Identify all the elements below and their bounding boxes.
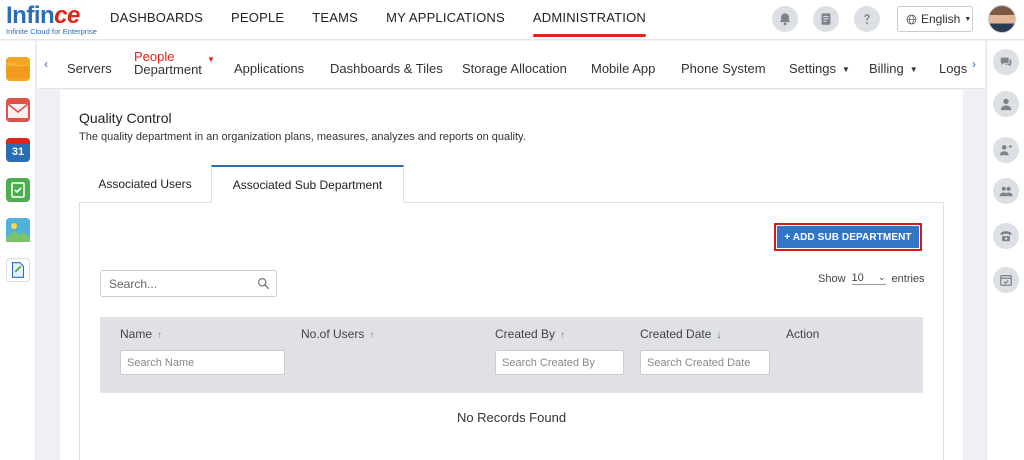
- help-icon[interactable]: [854, 6, 880, 32]
- docs-icon[interactable]: [6, 258, 30, 282]
- top-header: Infince Infinite Cloud for Enterprise DA…: [0, 0, 1024, 40]
- col-users-label: No.of Users: [301, 327, 365, 341]
- photos-icon[interactable]: [6, 218, 30, 242]
- tasks-icon[interactable]: [6, 178, 30, 202]
- subnav-phone-system[interactable]: Phone System: [681, 61, 766, 76]
- page-title: Quality Control: [79, 110, 172, 126]
- language-select[interactable]: English ▼: [897, 6, 973, 32]
- notes-icon[interactable]: [813, 6, 839, 32]
- search-box: [100, 270, 277, 297]
- col-created-date[interactable]: Created Date ↓: [640, 327, 721, 341]
- globe-icon: [906, 14, 917, 24]
- subnav-settings-label: Settings: [789, 61, 836, 76]
- filter-created-date-input[interactable]: [641, 351, 769, 374]
- col-name-label: Name: [120, 327, 153, 341]
- brand-logo[interactable]: Infince Infinite Cloud for Enterprise: [6, 4, 102, 36]
- nav-dashboards[interactable]: DASHBOARDS: [110, 0, 203, 40]
- filter-name-box: [120, 350, 285, 375]
- add-sub-department-label: + ADD SUB DEPARTMENT: [777, 226, 919, 248]
- entries-label: entries: [891, 272, 925, 285]
- language-label: English: [921, 12, 961, 26]
- filter-created-by-input[interactable]: [496, 351, 623, 374]
- subnav-billing[interactable]: Billing ▼: [869, 61, 918, 76]
- subnav-storage-allocation[interactable]: Storage Allocation: [462, 61, 567, 76]
- subnav-applications[interactable]: Applications: [234, 61, 304, 76]
- sort-down-icon: ↓: [716, 330, 722, 341]
- nav-teams[interactable]: TEAMS: [312, 0, 358, 40]
- subnav-logs[interactable]: Logs: [939, 61, 967, 76]
- page-description: The quality department in an organizatio…: [79, 131, 526, 143]
- subnav-active-line2: Department: [134, 62, 202, 77]
- subnav-mobile-app[interactable]: Mobile App: [591, 61, 655, 76]
- phone-icon[interactable]: [993, 223, 1019, 249]
- user-icon[interactable]: [993, 91, 1019, 117]
- department-card: Quality Control The quality department i…: [60, 90, 963, 460]
- add-sub-department-button[interactable]: + ADD SUB DEPARTMENT: [774, 223, 922, 251]
- tab-associated-sub-department[interactable]: Associated Sub Department: [211, 165, 404, 203]
- sort-up-icon: ↑: [157, 330, 163, 341]
- caret-down-icon: ▼: [964, 15, 972, 23]
- left-app-rail: 31: [0, 41, 36, 460]
- table-divider: [100, 392, 923, 393]
- subnav-servers[interactable]: Servers: [67, 61, 112, 76]
- chat-icon[interactable]: [993, 49, 1019, 75]
- nav-administration[interactable]: ADMINISTRATION: [532, 0, 647, 40]
- group-icon[interactable]: [993, 178, 1019, 204]
- calendar-day: 31: [11, 146, 25, 158]
- brand-name-accent: ce: [54, 2, 80, 29]
- chevron-down-icon: ⌄: [877, 272, 886, 282]
- subnav-billing-label: Billing: [869, 61, 904, 76]
- calendar-check-icon[interactable]: [993, 267, 1019, 293]
- calendar-icon[interactable]: 31: [6, 138, 30, 162]
- col-no-of-users[interactable]: No.of Users ↑: [301, 327, 374, 341]
- nav-my-applications[interactable]: MY APPLICATIONS: [386, 0, 505, 40]
- caret-down-icon: ▼: [841, 65, 850, 74]
- col-created-by[interactable]: Created By ↑: [495, 327, 565, 341]
- bell-icon[interactable]: [772, 6, 798, 32]
- brand-tagline: Infinite Cloud for Enterprise: [6, 27, 97, 36]
- search-icon[interactable]: [257, 277, 270, 290]
- col-created-date-label: Created Date: [640, 327, 712, 341]
- brand-name-main: Infin: [6, 2, 55, 29]
- show-entries: Show 10 ⌄ entries: [818, 272, 925, 285]
- entries-select[interactable]: 10 ⌄: [851, 272, 886, 285]
- filter-created-by-box: [495, 350, 624, 375]
- tab-associated-users[interactable]: Associated Users: [79, 165, 211, 203]
- admin-sub-nav: ‹ Servers People Department ▼ Applicatio…: [37, 41, 985, 89]
- folder-icon[interactable]: [6, 57, 30, 81]
- empty-state-text: No Records Found: [456, 410, 567, 425]
- subnav-dashboards-tiles[interactable]: Dashboards & Tiles: [330, 61, 443, 76]
- search-input[interactable]: [101, 271, 241, 296]
- table-header: Name ↑ No.of Users ↑ Created By ↑ Created D…: [100, 317, 923, 392]
- sort-up-icon: ↑: [560, 330, 566, 341]
- main-nav: DASHBOARDS PEOPLE TEAMS MY APPLICATIONS …: [110, 0, 674, 40]
- entries-value: 10: [851, 272, 864, 284]
- filter-name-input[interactable]: [121, 351, 284, 374]
- mail-icon[interactable]: [6, 98, 30, 122]
- avatar[interactable]: [988, 5, 1016, 33]
- user-switch-icon[interactable]: [993, 137, 1019, 163]
- right-rail: [986, 41, 1024, 460]
- sort-up-icon: ↑: [369, 330, 375, 341]
- col-created-by-label: Created By: [495, 327, 556, 341]
- nav-people[interactable]: PEOPLE: [231, 0, 284, 40]
- show-label: Show: [818, 272, 846, 285]
- chevron-right-icon[interactable]: ›: [972, 57, 976, 71]
- col-name[interactable]: Name ↑: [120, 327, 162, 341]
- col-action: Action: [786, 327, 820, 341]
- chevron-left-icon[interactable]: ‹: [44, 57, 48, 71]
- caret-down-icon: ▼: [909, 65, 918, 74]
- filter-created-date-box: [640, 350, 770, 375]
- caret-down-icon: ▼: [207, 55, 215, 64]
- subnav-people-department[interactable]: People Department ▼: [134, 50, 215, 77]
- subnav-settings[interactable]: Settings ▼: [789, 61, 850, 76]
